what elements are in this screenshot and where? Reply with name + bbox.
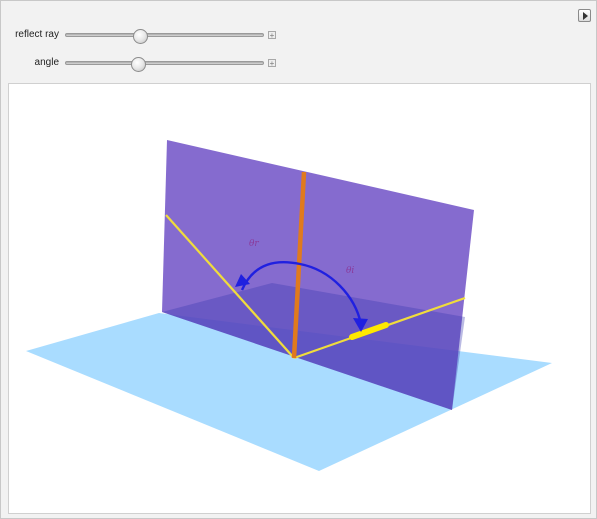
angle-slider[interactable] [65, 57, 264, 72]
angle-control: angle + [1, 55, 281, 72]
play-icon[interactable] [578, 9, 591, 22]
angle-expand-button[interactable]: + [268, 59, 276, 68]
reflect-ray-label: reflect ray [15, 29, 59, 40]
theta-r-label: θr [249, 239, 259, 249]
theta-i-label: θi [346, 266, 354, 276]
reflection-scene: θr θi [26, 140, 552, 471]
3d-graphics-viewport[interactable]: θr θi [8, 83, 591, 514]
reflect-ray-control: reflect ray + [1, 27, 281, 44]
angle-label: angle [34, 57, 59, 68]
reflect-ray-expand-button[interactable]: + [268, 31, 276, 40]
angle-slider-thumb[interactable] [130, 57, 146, 72]
manipulate-panel: reflect ray + angle + θr θi [0, 0, 597, 519]
reflect-ray-slider[interactable] [65, 29, 264, 44]
reflect-ray-slider-thumb[interactable] [132, 29, 148, 44]
